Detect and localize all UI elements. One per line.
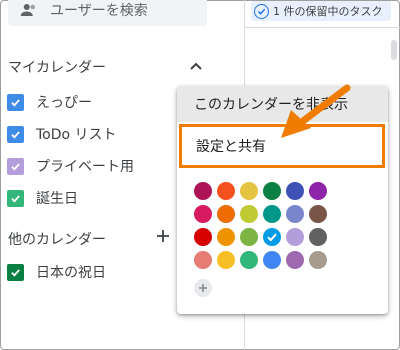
color-swatch[interactable] [263,251,281,269]
other-calendars-title: 他のカレンダー [8,232,106,248]
pending-tasks-chip[interactable]: 1 件の保留中のタスク [251,1,391,21]
calendar-checkbox[interactable] [7,125,24,143]
scrollbar[interactable] [391,40,397,60]
color-swatch[interactable] [309,251,327,269]
add-custom-color-button[interactable] [194,279,212,297]
color-swatch[interactable] [263,182,281,200]
calendar-item[interactable]: プライベート用 [7,156,134,176]
calendar-checkbox[interactable] [7,157,24,175]
search-users-input[interactable]: ユーザーを検索 [8,0,207,26]
color-swatch[interactable] [286,182,304,200]
calendar-label: ToDo リスト [36,127,117,143]
calendar-checkbox[interactable] [7,93,24,111]
color-swatch[interactable] [240,251,258,269]
search-users-label: ユーザーを検索 [50,3,148,19]
color-swatch[interactable] [309,205,327,223]
color-swatch[interactable] [217,205,235,223]
color-swatch[interactable] [309,228,327,246]
other-calendars-header[interactable]: 他のカレンダー [8,229,106,249]
people-icon [20,4,35,16]
color-swatch[interactable] [217,228,235,246]
settings-and-sharing-label: 設定と共有 [196,139,266,155]
calendar-label: えっぴー [36,95,92,111]
calendar-checkbox[interactable] [7,263,24,281]
header-divider [245,27,400,28]
color-swatch[interactable] [240,205,258,223]
my-calendars-header[interactable]: マイカレンダー [8,57,106,77]
color-swatch[interactable] [194,228,212,246]
check-circle-icon [254,3,269,19]
calendar-label: プライベート用 [36,159,134,175]
calendar-item[interactable]: 誕生日 [7,188,78,208]
plus-icon [199,284,207,292]
color-swatch[interactable] [217,251,235,269]
color-swatch[interactable] [286,228,304,246]
calendar-label: 誕生日 [36,191,78,207]
color-swatch[interactable] [286,251,304,269]
color-swatch[interactable] [240,182,258,200]
calendar-item[interactable]: ToDo リスト [7,124,117,144]
my-calendars-title: マイカレンダー [8,60,106,76]
color-swatch-selected[interactable] [263,228,281,246]
check-icon [267,233,277,242]
color-swatch[interactable] [194,205,212,223]
color-swatch[interactable] [263,205,281,223]
annotation-arrow-icon [281,84,351,138]
color-swatch[interactable] [194,182,212,200]
color-palette [194,182,327,269]
pending-tasks-text: 1 件の保留中のタスク [273,5,383,18]
color-swatch[interactable] [240,228,258,246]
calendar-checkbox[interactable] [7,189,24,207]
chevron-up-icon[interactable] [188,58,204,74]
color-swatch[interactable] [217,182,235,200]
calendar-item[interactable]: 日本の祝日 [7,262,106,282]
color-swatch[interactable] [194,251,212,269]
color-swatch[interactable] [309,182,327,200]
calendar-label: 日本の祝日 [36,265,106,281]
color-swatch[interactable] [286,205,304,223]
plus-icon[interactable] [155,228,171,244]
calendar-item[interactable]: えっぴー [7,92,92,112]
